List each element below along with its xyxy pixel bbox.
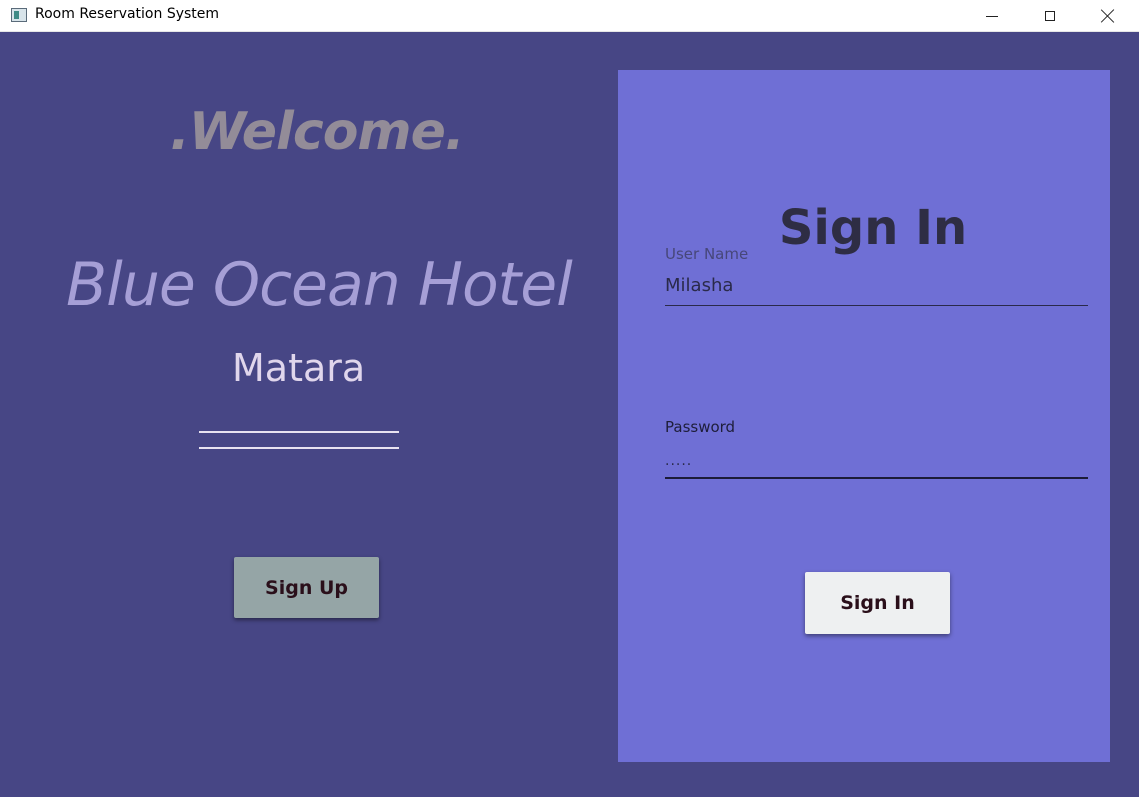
username-label: User Name (665, 245, 749, 263)
password-label: Password (665, 418, 736, 436)
minimize-button[interactable] (963, 0, 1021, 32)
app-window-icon (11, 8, 27, 22)
username-field[interactable] (665, 272, 1088, 298)
maximize-button[interactable] (1021, 0, 1079, 32)
minimize-icon (986, 15, 998, 17)
title-bar[interactable]: Room Reservation System (0, 0, 1139, 32)
password-underline (665, 477, 1088, 479)
sign-in-button[interactable]: Sign In (805, 572, 950, 634)
app-window: Room Reservation System .Welcome. Blue O… (0, 0, 1139, 797)
sign-in-card: Sign In (618, 70, 1110, 762)
hotel-city: Matara (232, 346, 366, 390)
divider-line (199, 447, 399, 449)
username-underline (665, 305, 1088, 306)
password-field[interactable] (665, 449, 1088, 473)
window-title: Room Reservation System (35, 6, 220, 22)
divider-line (199, 431, 399, 433)
close-icon (1101, 9, 1115, 23)
close-button[interactable] (1079, 0, 1137, 32)
maximize-icon (1045, 11, 1055, 21)
welcome-heading: .Welcome. (170, 102, 465, 162)
hotel-name: Blue Ocean Hotel (66, 250, 573, 320)
sign-up-button[interactable]: Sign Up (234, 557, 379, 618)
